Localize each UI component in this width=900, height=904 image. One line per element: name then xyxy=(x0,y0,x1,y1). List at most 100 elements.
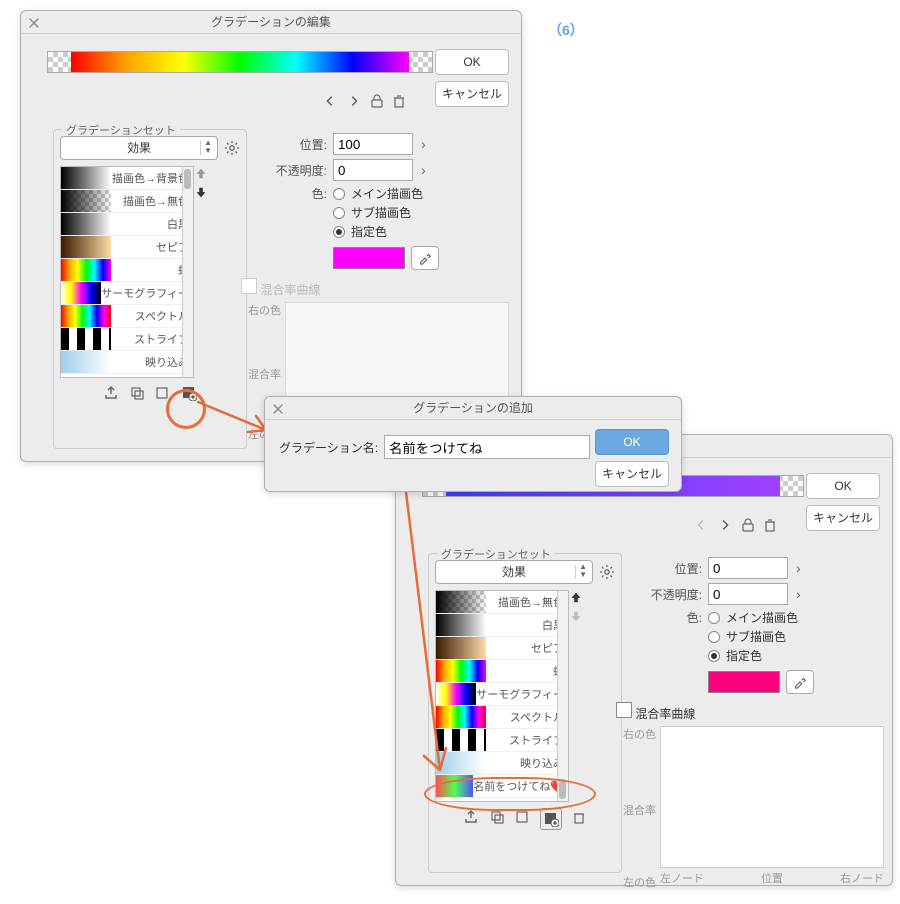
add-gradient-icon[interactable] xyxy=(540,808,562,830)
radio-label: メイン描画色 xyxy=(726,609,798,626)
chevron-right-icon[interactable]: › xyxy=(419,136,428,152)
edit-gradient-dialog-b: 編集 OK キャンセル グラデーションセット 効果 ▲▼ 描画色→無色 白黒 xyxy=(395,434,893,886)
chevron-right-icon[interactable]: › xyxy=(794,560,803,576)
radio-main-color[interactable] xyxy=(708,612,720,624)
scrollbar[interactable] xyxy=(557,591,568,801)
list-item[interactable]: 白黒 xyxy=(61,213,193,236)
radio-label: 指定色 xyxy=(351,223,387,240)
move-up-icon[interactable] xyxy=(569,590,583,604)
move-down-icon[interactable] xyxy=(194,186,208,200)
gradient-preview-a[interactable] xyxy=(47,51,433,73)
prev-icon[interactable] xyxy=(321,94,339,111)
list-item[interactable]: 名前をつけてね❤️ xyxy=(436,775,568,798)
gradient-set-select[interactable]: 効果 ▲▼ xyxy=(435,560,593,584)
chevron-right-icon[interactable]: › xyxy=(794,586,803,602)
new-icon[interactable] xyxy=(154,384,172,402)
curve-checkbox[interactable] xyxy=(241,278,257,294)
preset-label: 虹 xyxy=(111,262,193,278)
color-label: 色: xyxy=(616,609,702,626)
list-item[interactable]: 描画色→無色 xyxy=(436,591,568,614)
list-item[interactable]: 描画色→背景色 xyxy=(61,167,193,190)
opacity-input[interactable] xyxy=(333,159,413,181)
color-swatch[interactable] xyxy=(708,671,780,693)
gear-icon[interactable] xyxy=(599,564,615,580)
new-icon[interactable] xyxy=(514,808,532,826)
radio-sub-color[interactable] xyxy=(333,207,345,219)
add-gradient-icon[interactable] xyxy=(180,384,198,402)
list-item[interactable]: 描画色→無色 xyxy=(61,190,193,213)
duplicate-icon[interactable] xyxy=(128,384,146,402)
trash-icon[interactable] xyxy=(391,93,407,112)
ok-button[interactable]: OK xyxy=(806,473,880,499)
preset-label: 映り込み xyxy=(111,354,193,370)
chevron-right-icon[interactable]: › xyxy=(419,162,428,178)
radio-label: メイン描画色 xyxy=(351,185,423,202)
move-down-icon[interactable] xyxy=(569,610,583,624)
right-color-label: 右の色 xyxy=(241,302,285,318)
close-icon[interactable] xyxy=(27,15,41,29)
list-item[interactable]: 虹 xyxy=(61,259,193,282)
list-item[interactable]: サーモグラフィー xyxy=(436,683,568,706)
close-icon[interactable] xyxy=(271,401,285,415)
export-icon[interactable] xyxy=(102,384,120,402)
position-input[interactable] xyxy=(333,133,413,155)
preset-list-a[interactable]: 描画色→背景色 描画色→無色 白黒 セピア 虹 サーモグラフィー スペクトル ス… xyxy=(60,166,194,378)
curve-editor[interactable] xyxy=(660,726,884,868)
gradient-name-label: グラデーション名: xyxy=(279,439,378,456)
gear-icon[interactable] xyxy=(224,140,240,156)
preset-label: ストライプ xyxy=(486,732,568,748)
eyedropper-icon[interactable] xyxy=(411,246,439,270)
duplicate-icon[interactable] xyxy=(488,808,506,826)
cancel-button[interactable]: キャンセル xyxy=(806,505,880,531)
ok-button[interactable]: OK xyxy=(435,49,509,75)
scrollbar[interactable] xyxy=(182,167,193,377)
lock-icon[interactable] xyxy=(369,93,385,112)
list-item[interactable]: スペクトル xyxy=(436,706,568,729)
curve-checkbox[interactable] xyxy=(616,702,632,718)
preset-label: セピア xyxy=(111,239,193,255)
trash-icon[interactable] xyxy=(762,517,778,536)
cancel-button[interactable]: キャンセル xyxy=(595,461,669,487)
preset-label: 描画色→背景色 xyxy=(111,170,193,186)
ok-button[interactable]: OK xyxy=(595,429,669,455)
left-color-label: 左の色 xyxy=(616,874,660,890)
gradient-set-group: グラデーションセット 効果 ▲▼ 描画色→背景色 描画色→無色 白黒 セピア 虹… xyxy=(53,129,247,449)
list-item[interactable]: 映り込み xyxy=(61,351,193,374)
radio-main-color[interactable] xyxy=(333,188,345,200)
color-swatch[interactable] xyxy=(333,247,405,269)
eyedropper-icon[interactable] xyxy=(786,670,814,694)
export-icon[interactable] xyxy=(462,808,480,826)
radio-sub-color[interactable] xyxy=(708,631,720,643)
list-item[interactable]: 虹 xyxy=(436,660,568,683)
cancel-button[interactable]: キャンセル xyxy=(435,81,509,107)
move-up-icon[interactable] xyxy=(194,166,208,180)
next-icon[interactable] xyxy=(345,94,363,111)
list-item[interactable]: サーモグラフィー xyxy=(61,282,193,305)
opacity-input[interactable] xyxy=(708,583,788,605)
lock-icon[interactable] xyxy=(740,517,756,536)
prev-icon[interactable] xyxy=(692,518,710,535)
trash-icon[interactable] xyxy=(570,808,588,826)
radio-specified-color[interactable] xyxy=(333,226,345,238)
add-dialog-title: グラデーションの追加 xyxy=(413,401,533,415)
list-item[interactable]: スペクトル xyxy=(61,305,193,328)
preset-label: ストライプ xyxy=(111,331,193,347)
list-item[interactable]: ストライプ xyxy=(436,729,568,752)
gradient-set-select[interactable]: 効果 ▲▼ xyxy=(60,136,218,160)
curve-editor[interactable] xyxy=(285,302,509,400)
radio-specified-color[interactable] xyxy=(708,650,720,662)
radio-label: サブ描画色 xyxy=(351,204,411,221)
list-item[interactable]: セピア xyxy=(61,236,193,259)
preset-list-b[interactable]: 描画色→無色 白黒 セピア 虹 サーモグラフィー スペクトル ストライプ 映り込… xyxy=(435,590,569,802)
opacity-label: 不透明度: xyxy=(616,586,702,603)
preset-label: セピア xyxy=(486,640,568,656)
list-item[interactable]: セピア xyxy=(436,637,568,660)
next-icon[interactable] xyxy=(716,518,734,535)
list-item[interactable]: 映り込み xyxy=(436,752,568,775)
list-item[interactable]: ストライプ xyxy=(61,328,193,351)
list-item[interactable]: 白黒 xyxy=(436,614,568,637)
opacity-label: 不透明度: xyxy=(241,162,327,179)
position-input[interactable] xyxy=(708,557,788,579)
radio-label: サブ描画色 xyxy=(726,628,786,645)
gradient-name-input[interactable] xyxy=(384,435,590,459)
